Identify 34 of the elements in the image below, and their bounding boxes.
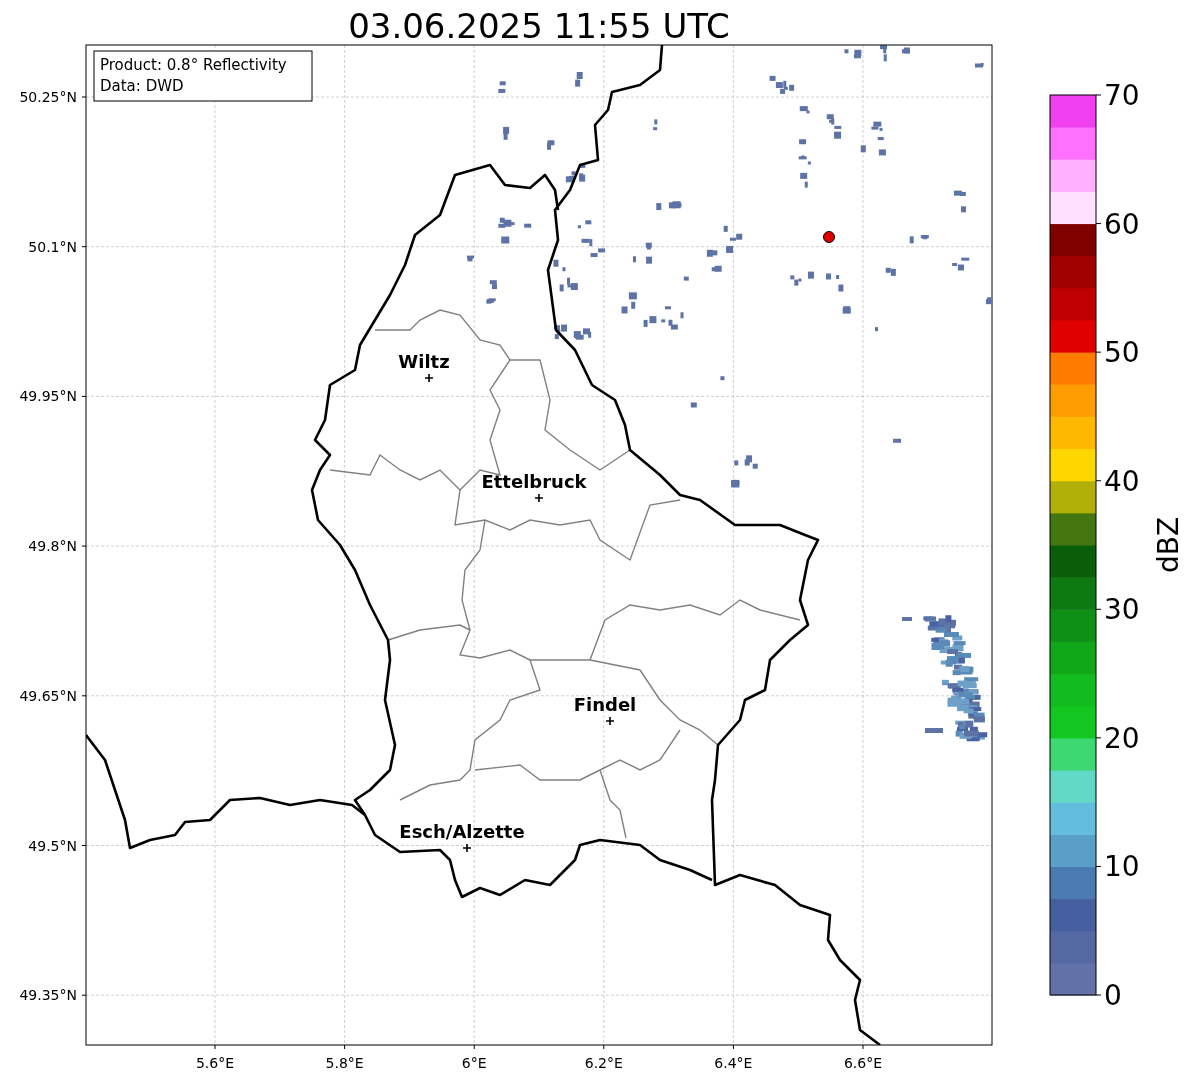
colorbar-tick-label: 20 — [1104, 721, 1140, 755]
longitude-label: 6.2°E — [584, 1055, 623, 1071]
latitude-label: 49.95°N — [19, 388, 77, 405]
colorbar-tick-label: 70 — [1104, 79, 1140, 112]
colorbar-tick-label: 0 — [1104, 979, 1122, 1012]
info-text: Product: 0.8° Reflectivity — [100, 56, 287, 74]
longitude-label: 6°E — [461, 1055, 487, 1071]
city-label: Wiltz — [398, 351, 450, 372]
colorbar-tick-label: 40 — [1104, 464, 1140, 498]
longitude-label: 6.4°E — [714, 1055, 753, 1071]
latitude-label: 49.5°N — [28, 837, 77, 854]
latitude-label: 49.65°N — [19, 687, 77, 704]
city-marker-icon — [424, 373, 434, 383]
longitude-label: 5.8°E — [325, 1055, 364, 1071]
colorbar-tick-label: 60 — [1104, 207, 1140, 241]
latitude-label: 50.25°N — [19, 89, 77, 105]
info-text: Data: DWD — [100, 77, 184, 95]
colorbar-label: dBZ — [1152, 516, 1184, 574]
latitude-label: 49.35°N — [19, 987, 77, 1004]
latitude-label: 49.8°N — [28, 538, 77, 555]
figure-title: 03.06.2025 11:55 UTC — [348, 6, 730, 46]
latitude-label: 50.1°N — [28, 238, 77, 255]
colorbar-tick-label: 30 — [1104, 593, 1140, 627]
longitude-label: 6.6°E — [843, 1055, 883, 1071]
city-marker-icon — [462, 843, 472, 853]
city-marker-icon — [534, 493, 544, 503]
city-marker-icon — [605, 716, 615, 726]
city-label: Findel — [573, 694, 637, 715]
colorbar-tick-label: 50 — [1104, 336, 1140, 370]
radar-site-dot — [823, 231, 835, 243]
colorbar-tick-label: 10 — [1104, 850, 1140, 884]
city-label: Esch/Alzette — [399, 821, 525, 842]
longitude-label: 5.6°E — [195, 1055, 235, 1071]
city-label: Ettelbruck — [481, 471, 587, 492]
